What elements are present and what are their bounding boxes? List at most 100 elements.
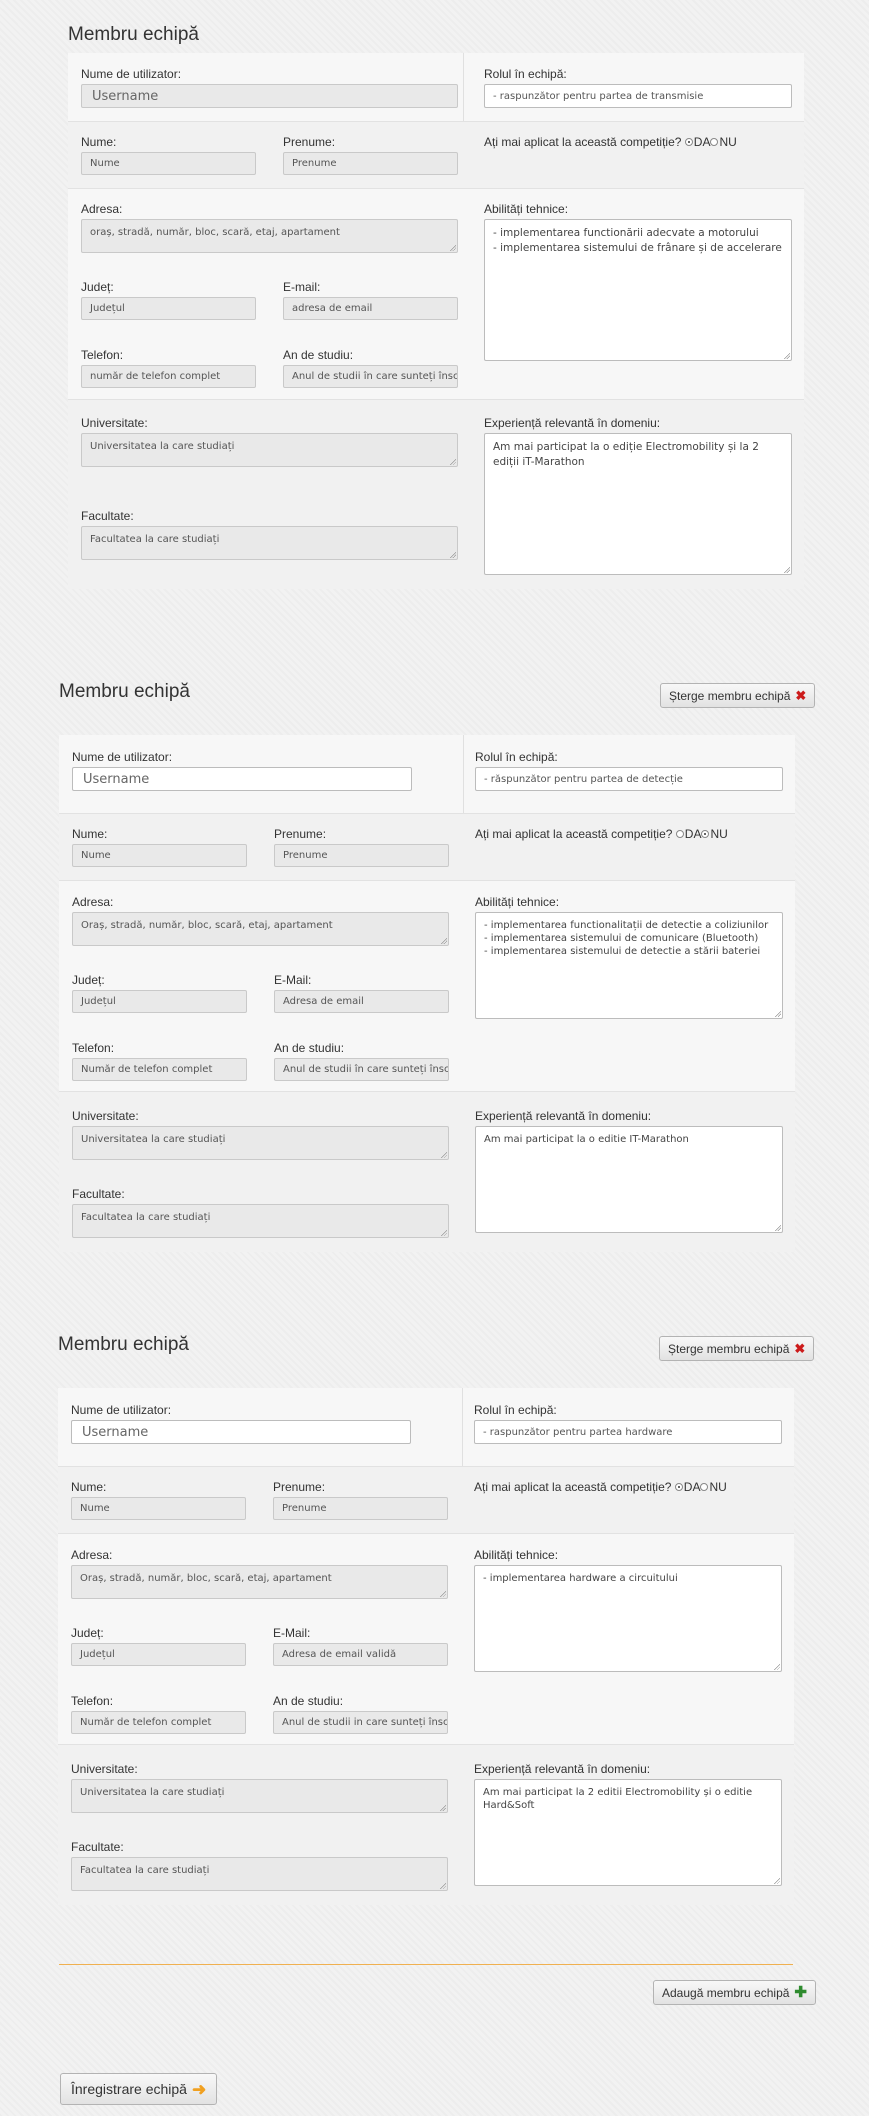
resize-handle[interactable] <box>440 937 447 944</box>
resize-handle[interactable] <box>774 1010 781 1017</box>
resize-handle[interactable] <box>773 1663 780 1670</box>
university-textarea[interactable]: Universitatea la care studiați <box>72 1126 449 1160</box>
applied-no-option[interactable]: NU <box>701 827 728 841</box>
register-team-button[interactable]: Înregistrare echipă ➜ <box>60 2073 218 2105</box>
study-year-label: An de studiu: <box>273 1694 344 1708</box>
lastname-input[interactable]: Nume <box>81 152 256 175</box>
skills-label: Abilități tehnice: <box>484 202 569 216</box>
team-member-2: Membru echipă Șterge membru echipă ✖ Nume… <box>59 681 816 1252</box>
firstname-label: Prenume: <box>283 135 336 149</box>
experience-textarea[interactable]: Am mai participat la o ediție Electromob… <box>484 433 792 575</box>
section-divider <box>59 1964 793 1965</box>
county-label: Județ: <box>81 280 114 294</box>
phone-input[interactable]: Număr de telefon complet <box>72 1058 247 1081</box>
delete-member-button[interactable]: Șterge membru echipă ✖ <box>660 683 816 708</box>
phone-input[interactable]: număr de telefon complet <box>81 365 256 388</box>
username-input[interactable]: Username <box>81 84 458 108</box>
role-input[interactable]: - raspunzător pentru partea de transmisi… <box>484 84 792 108</box>
lastname-input[interactable]: Nume <box>71 1497 246 1520</box>
faculty-textarea[interactable]: Facultatea la care studiați <box>71 1857 448 1891</box>
experience-textarea[interactable]: Am mai participat la 2 editii Electromob… <box>474 1779 782 1886</box>
resize-handle[interactable] <box>440 1151 447 1158</box>
delete-member-button[interactable]: Șterge membru echipă ✖ <box>659 1336 815 1361</box>
skills-textarea[interactable]: - implementarea functionării adecvate a … <box>484 219 792 361</box>
role-input[interactable]: - răspunzător pentru partea de detecție <box>475 767 783 791</box>
radio-yes[interactable] <box>684 138 693 146</box>
team-member-1: Membru echipă Nume de utilizator: Userna… <box>68 24 804 589</box>
team-member-3: Membru echipă Șterge membru echipă ✖ Nume… <box>58 1334 815 1905</box>
radio-no[interactable] <box>701 830 710 838</box>
role-input[interactable]: - raspunzător pentru partea hardware <box>474 1420 782 1444</box>
firstname-input[interactable]: Prenume <box>274 844 449 867</box>
email-input[interactable]: Adresa de email <box>274 990 449 1013</box>
applied-yes-option[interactable]: DA <box>675 827 701 841</box>
university-textarea[interactable]: Universitatea la care studiați <box>81 433 458 467</box>
applied-no-option[interactable]: NU <box>710 135 737 149</box>
applied-no-option[interactable]: NU <box>700 1480 727 1494</box>
county-input[interactable]: Județul <box>81 297 256 320</box>
address-textarea[interactable]: Oraș, stradă, număr, bloc, scară, etaj, … <box>71 1565 448 1599</box>
username-label: Nume de utilizator: <box>72 750 173 764</box>
email-input[interactable]: adresa de email <box>283 297 458 320</box>
county-label: Județ: <box>71 1626 104 1640</box>
applied-question: Ați mai aplicat la această competiție? D… <box>484 135 737 149</box>
resize-handle[interactable] <box>773 1877 780 1884</box>
member-title: Membru echipă <box>58 1334 189 1355</box>
email-input[interactable]: Adresa de email validă <box>273 1643 448 1666</box>
applied-question: Ați mai aplicat la această competiție? D… <box>474 1480 727 1494</box>
username-label: Nume de utilizator: <box>81 67 182 81</box>
resize-handle[interactable] <box>449 458 456 465</box>
study-year-input[interactable]: Anul de studii in care sunteți înscris <box>273 1711 448 1734</box>
skills-textarea[interactable]: - implementarea hardware a circuitului <box>474 1565 782 1672</box>
radio-no[interactable] <box>710 138 719 146</box>
study-year-label: An de studiu: <box>274 1041 345 1055</box>
plus-icon: ✚ <box>794 1984 807 2001</box>
member-form: Nume de utilizator: Username Rolul în ec… <box>58 1388 794 1905</box>
firstname-input[interactable]: Prenume <box>273 1497 448 1520</box>
email-label: E-Mail: <box>274 973 312 987</box>
firstname-label: Prenume: <box>274 827 327 841</box>
resize-handle[interactable] <box>449 551 456 558</box>
resize-handle[interactable] <box>783 352 790 359</box>
username-input[interactable]: Username <box>72 767 412 791</box>
resize-handle[interactable] <box>449 244 456 251</box>
resize-handle[interactable] <box>439 1882 446 1889</box>
x-icon: ✖ <box>794 1341 806 1356</box>
radio-no[interactable] <box>700 1483 709 1491</box>
applied-yes-option[interactable]: DA <box>674 1480 700 1494</box>
radio-yes[interactable] <box>674 1483 683 1491</box>
faculty-textarea[interactable]: Facultatea la care studiați <box>81 526 458 560</box>
resize-handle[interactable] <box>774 1224 781 1231</box>
study-year-input[interactable]: Anul de studii în care sunteți înscris <box>283 365 458 388</box>
address-label: Adresa: <box>81 202 123 216</box>
member-title: Membru echipă <box>59 681 190 702</box>
county-input[interactable]: Județul <box>71 1643 246 1666</box>
resize-handle[interactable] <box>783 566 790 573</box>
role-label: Rolul în echipă: <box>484 67 567 81</box>
lastname-input[interactable]: Nume <box>72 844 247 867</box>
phone-label: Telefon: <box>71 1694 114 1708</box>
experience-label: Experiență relevantă în domeniu: <box>474 1762 651 1776</box>
firstname-label: Prenume: <box>273 1480 326 1494</box>
address-textarea[interactable]: Oraș, stradă, număr, bloc, scară, etaj, … <box>72 912 449 946</box>
county-label: Județ: <box>72 973 105 987</box>
add-member-button[interactable]: Adaugă membru echipă ✚ <box>653 1980 816 2005</box>
applied-yes-option[interactable]: DA <box>684 135 710 149</box>
phone-input[interactable]: Număr de telefon complet <box>71 1711 246 1734</box>
firstname-input[interactable]: Prenume <box>283 152 458 175</box>
skills-textarea[interactable]: - implementarea functionalitații de dete… <box>475 912 783 1019</box>
address-textarea[interactable]: oraș, stradă, număr, bloc, scară, etaj, … <box>81 219 458 253</box>
county-input[interactable]: Județul <box>72 990 247 1013</box>
university-textarea[interactable]: Universitatea la care studiați <box>71 1779 448 1813</box>
resize-handle[interactable] <box>440 1229 447 1236</box>
radio-yes[interactable] <box>675 830 684 838</box>
member-form: Nume de utilizator: Username Rolul în ec… <box>59 735 795 1252</box>
resize-handle[interactable] <box>439 1804 446 1811</box>
username-input[interactable]: Username <box>71 1420 411 1444</box>
study-year-input[interactable]: Anul de studii în care sunteți înscris <box>274 1058 449 1081</box>
university-label: Universitate: <box>72 1109 139 1123</box>
experience-textarea[interactable]: Am mai participat la o editie IT-Maratho… <box>475 1126 783 1233</box>
resize-handle[interactable] <box>439 1590 446 1597</box>
study-year-label: An de studiu: <box>283 348 354 362</box>
faculty-textarea[interactable]: Facultatea la care studiați <box>72 1204 449 1238</box>
